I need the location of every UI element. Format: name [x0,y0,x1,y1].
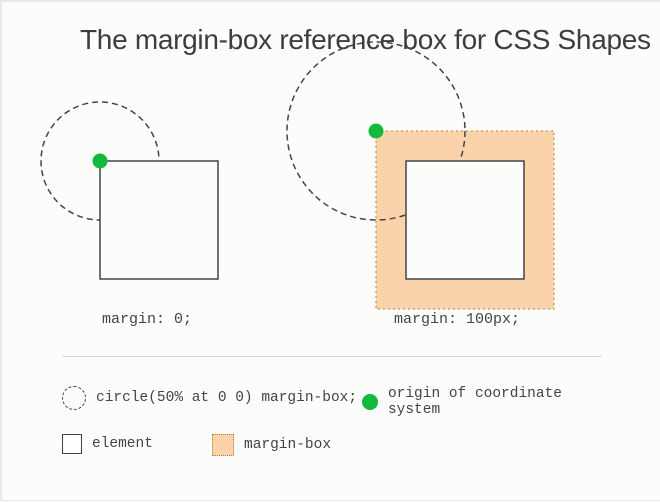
element-rect-left [100,161,218,279]
margin-box-icon [212,434,234,456]
legend-element: element [62,434,153,454]
legend-margin-box: margin-box [212,434,331,456]
figure-margin-100 [287,42,554,309]
figure-margin-0 [41,102,218,279]
caption-right: margin: 100px; [394,311,520,328]
legend-element-text: element [92,436,153,452]
legend-shape-value: circle(50% at 0 0) margin-box; [62,386,357,410]
element-square-icon [62,434,82,454]
diagram-svg [2,2,660,502]
dashed-circle-icon [62,386,86,410]
origin-dot-left [93,154,108,169]
origin-dot-icon [362,394,378,410]
legend-origin-text: origin of coordinate system [388,386,622,418]
element-rect-right [406,161,524,279]
origin-dot-right [369,124,384,139]
caption-left: margin: 0; [102,311,192,328]
legend-margin-box-text: margin-box [244,437,331,453]
legend-shape-value-text: circle(50% at 0 0) margin-box; [96,390,357,406]
legend-divider [62,356,602,357]
legend-origin: origin of coordinate system [362,386,622,418]
